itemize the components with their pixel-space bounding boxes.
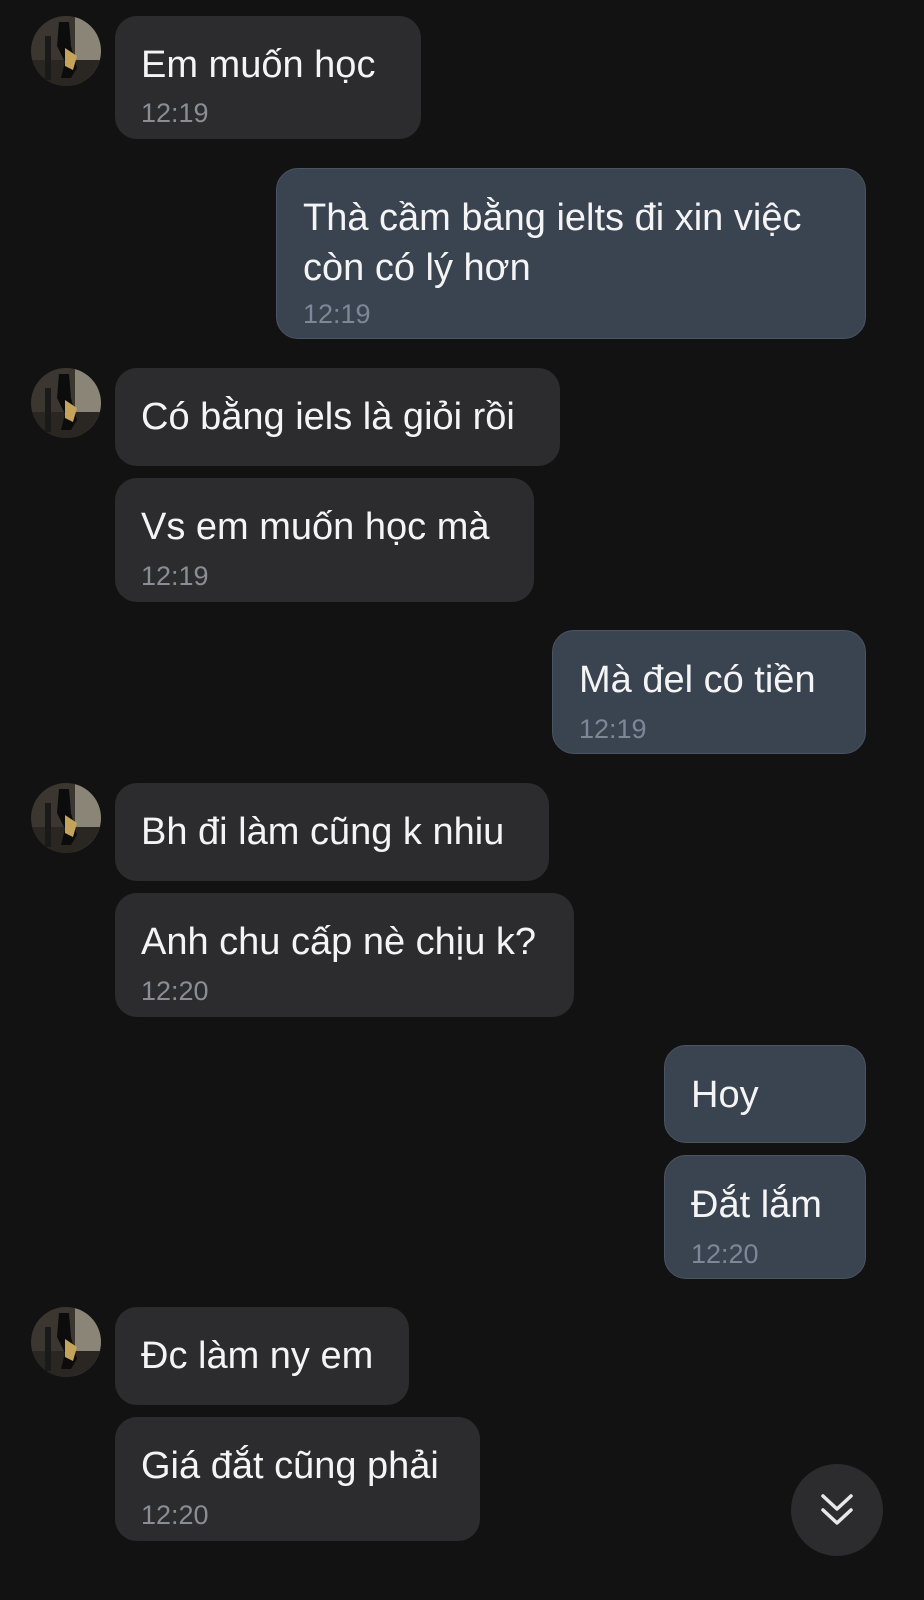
- message-text: Bh đi làm cũng k nhiu: [141, 811, 505, 853]
- avatar-photo-icon: [31, 16, 101, 86]
- message-text: Đc làm ny em: [141, 1335, 374, 1377]
- message-text: Đắt lắm: [691, 1184, 822, 1226]
- message-bubble-incoming[interactable]: Đc làm ny em: [115, 1307, 409, 1405]
- message-time: 12:20: [141, 1500, 209, 1530]
- contact-avatar[interactable]: [31, 1307, 101, 1377]
- scroll-to-bottom-button[interactable]: [791, 1464, 883, 1556]
- message-time: 12:19: [141, 561, 209, 591]
- message-bubble-outgoing[interactable]: Đắt lắm 12:20: [664, 1155, 866, 1279]
- message-text: Vs em muốn học mà: [141, 506, 490, 548]
- message-text: Anh chu cấp nè chịu k?: [141, 921, 537, 963]
- message-time: 12:19: [579, 714, 647, 744]
- message-text: Giá đắt cũng phải: [141, 1445, 439, 1487]
- message-text: Mà đel có tiền: [579, 659, 816, 701]
- message-bubble-incoming[interactable]: Giá đắt cũng phải 12:20: [115, 1417, 480, 1541]
- message-bubble-incoming[interactable]: Vs em muốn học mà 12:19: [115, 478, 534, 602]
- chat-message-list[interactable]: Em muốn học 12:19 Thà cầm bằng ielts đi …: [0, 0, 924, 1600]
- contact-avatar[interactable]: [31, 368, 101, 438]
- message-bubble-outgoing[interactable]: Hoy: [664, 1045, 866, 1143]
- contact-avatar[interactable]: [31, 783, 101, 853]
- message-bubble-incoming[interactable]: Anh chu cấp nè chịu k? 12:20: [115, 893, 574, 1017]
- message-time: 12:19: [303, 299, 371, 329]
- message-bubble-incoming[interactable]: Bh đi làm cũng k nhiu: [115, 783, 549, 881]
- message-bubble-incoming[interactable]: Em muốn học 12:19: [115, 16, 421, 139]
- avatar-photo-icon: [31, 368, 101, 438]
- contact-avatar[interactable]: [31, 16, 101, 86]
- double-chevron-down-icon: [821, 1494, 853, 1525]
- message-text: Em muốn học: [141, 44, 376, 86]
- message-bubble-outgoing[interactable]: Thà cầm bằng ielts đi xin việc còn có lý…: [276, 168, 866, 339]
- message-text: Có bằng iels là giỏi rồi: [141, 396, 515, 438]
- message-bubble-incoming[interactable]: Có bằng iels là giỏi rồi: [115, 368, 560, 466]
- message-time: 12:20: [691, 1239, 759, 1269]
- message-bubble-outgoing[interactable]: Mà đel có tiền 12:19: [552, 630, 866, 754]
- message-time: 12:20: [141, 976, 209, 1006]
- message-text: Hoy: [691, 1074, 759, 1116]
- message-time: 12:19: [141, 98, 209, 128]
- avatar-photo-icon: [31, 1307, 101, 1377]
- message-text: Thà cầm bằng ielts đi xin việc còn có lý…: [303, 197, 802, 289]
- avatar-photo-icon: [31, 783, 101, 853]
